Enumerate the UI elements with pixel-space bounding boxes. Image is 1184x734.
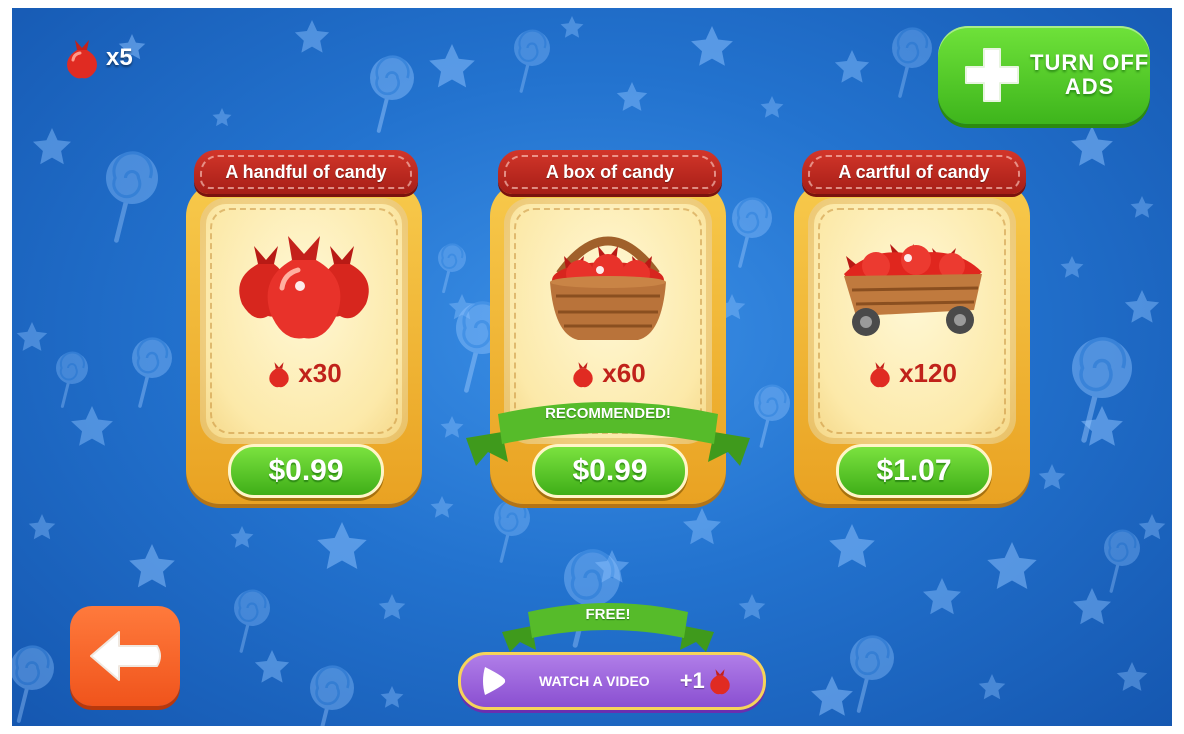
star-decoration <box>978 674 1006 700</box>
pack-title: A handful of candy <box>194 150 418 194</box>
candy-counter: x5 <box>62 36 133 80</box>
candy-pack-cartful: A cartful of candy x120 $1.07 <box>794 136 1034 506</box>
star-decoration <box>429 44 475 88</box>
lollipop-decoration <box>106 151 158 243</box>
lollipop-decoration <box>514 29 550 93</box>
plus-icon <box>965 48 1019 102</box>
star-decoration <box>811 676 853 716</box>
star-decoration <box>230 526 254 548</box>
back-button[interactable] <box>70 606 180 706</box>
free-label: FREE! <box>585 606 631 623</box>
pack-quantity-value: x120 <box>899 358 957 388</box>
lollipop-decoration <box>310 665 354 726</box>
turn-off-ads-button[interactable]: TURN OFF ADS <box>938 26 1150 124</box>
pack-title: A box of candy <box>498 150 722 194</box>
star-decoration <box>1124 290 1160 323</box>
lollipop-decoration <box>494 499 530 563</box>
star-decoration <box>440 416 464 438</box>
star-decoration <box>560 16 584 38</box>
star-decoration <box>212 108 232 127</box>
star-decoration <box>616 82 648 111</box>
lollipop-decoration <box>438 243 466 294</box>
lollipop-decoration <box>732 197 772 268</box>
star-decoration <box>829 524 875 568</box>
star-decoration <box>1038 464 1066 490</box>
lollipop-decoration <box>754 384 790 448</box>
free-ribbon: FREE! <box>498 598 718 654</box>
pack-quantity: x60 <box>490 358 726 389</box>
candy-icon <box>573 361 594 387</box>
watch-video-button[interactable]: WATCH A VIDEO +1 <box>458 652 766 710</box>
lollipop-decoration <box>12 645 54 723</box>
star-decoration <box>1116 662 1148 691</box>
lollipop-decoration <box>1104 529 1140 593</box>
star-decoration <box>317 522 367 569</box>
candy-icon <box>710 669 730 695</box>
star-decoration <box>33 128 71 165</box>
lollipop-decoration <box>892 27 932 98</box>
video-bonus: +1 <box>679 668 705 693</box>
candy-icon <box>269 361 290 387</box>
watch-video-label: WATCH A VIDEO <box>539 673 650 689</box>
lollipop-decoration <box>234 589 270 653</box>
star-decoration <box>254 650 290 683</box>
star-decoration <box>683 508 721 545</box>
star-decoration <box>430 496 454 518</box>
lollipop-decoration <box>370 55 414 133</box>
star-decoration <box>691 26 733 66</box>
star-decoration <box>1138 514 1166 540</box>
play-icon <box>483 667 506 695</box>
pack-quantity-value: x30 <box>298 358 342 388</box>
lollipop-decoration <box>132 337 172 408</box>
pack-quantity: x30 <box>186 358 422 389</box>
candy-bag-icon <box>67 40 97 79</box>
pack-title: A cartful of candy <box>802 150 1026 194</box>
candy-cart-icon <box>844 244 982 336</box>
star-decoration <box>294 20 330 53</box>
buy-button[interactable]: $1.07 <box>836 444 992 498</box>
star-decoration <box>923 578 961 615</box>
shop-screen: x5 TURN OFF ADS A handful of candy x30 $… <box>12 8 1172 726</box>
candy-count: x5 <box>106 44 133 71</box>
star-decoration <box>71 406 113 446</box>
star-decoration <box>380 686 404 708</box>
lollipop-decoration <box>850 635 894 713</box>
candy-pack-handful: A handful of candy x30 $0.99 <box>186 136 426 506</box>
candy-icon <box>870 361 890 387</box>
star-decoration <box>28 514 56 540</box>
star-decoration <box>129 544 175 588</box>
candy-basket-icon <box>550 236 666 340</box>
star-decoration <box>1060 256 1084 278</box>
buy-button[interactable]: $0.99 <box>228 444 384 498</box>
lollipop-decoration <box>56 351 88 408</box>
turn-off-ads-label: TURN OFF ADS <box>1030 51 1149 99</box>
star-decoration <box>834 50 870 83</box>
arrow-left-icon <box>90 631 161 681</box>
pack-quantity-value: x60 <box>602 358 646 388</box>
recommended-label: RECOMMENDED! <box>545 405 671 422</box>
star-decoration <box>378 594 406 620</box>
star-decoration <box>1073 588 1111 625</box>
star-decoration <box>1130 196 1154 218</box>
star-decoration <box>738 594 766 620</box>
recommended-ribbon: RECOMMENDED! <box>462 396 754 470</box>
star-decoration <box>760 96 784 118</box>
candy-bags-icon <box>239 236 369 339</box>
star-decoration <box>1071 126 1113 166</box>
star-decoration <box>987 542 1037 589</box>
turn-off-ads-line2: ADS <box>1064 74 1115 99</box>
star-decoration <box>16 322 48 351</box>
pack-quantity: x120 <box>794 358 1030 389</box>
turn-off-ads-line1: TURN OFF <box>1030 50 1150 75</box>
